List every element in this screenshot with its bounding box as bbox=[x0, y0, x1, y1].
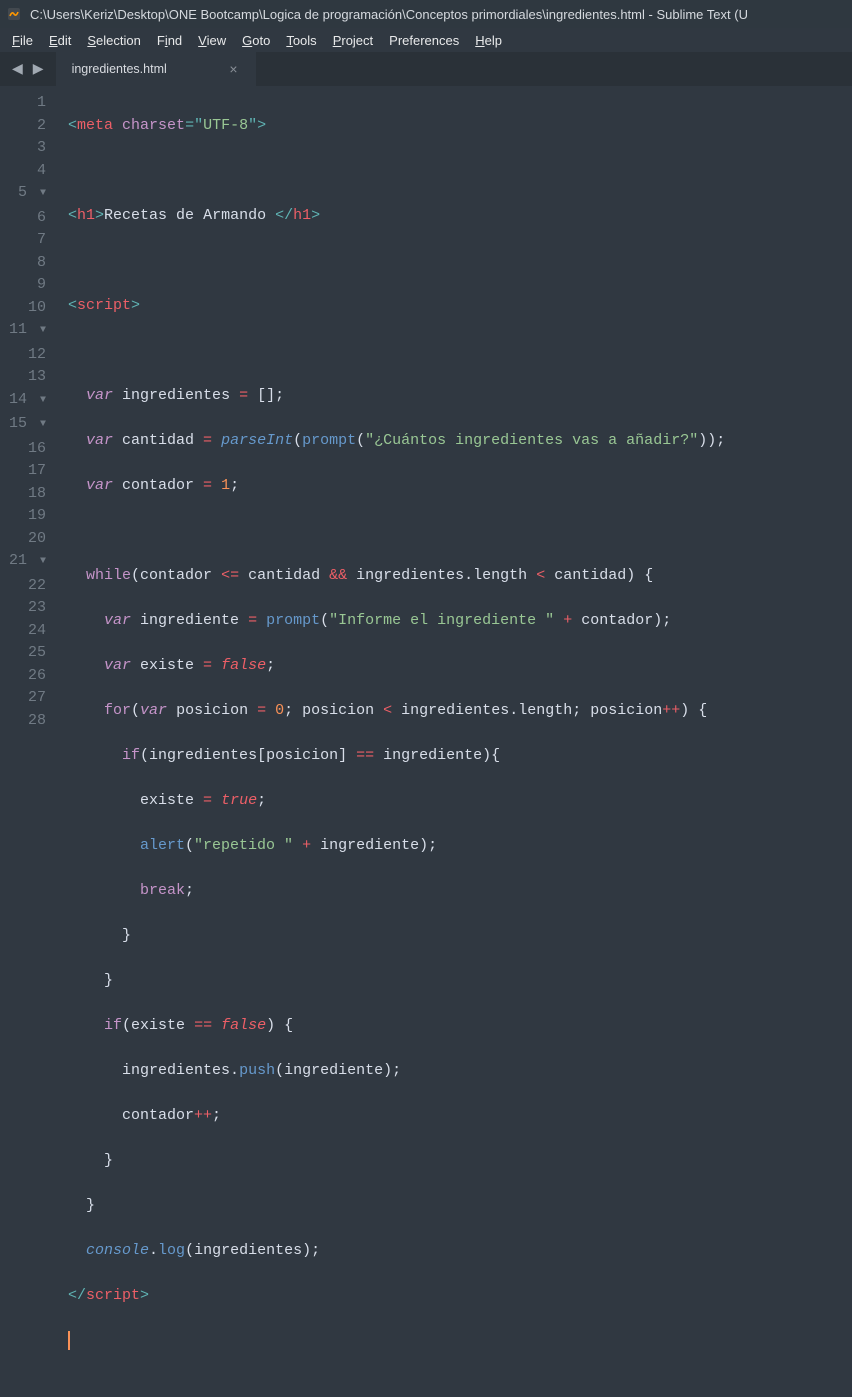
code-line: } bbox=[68, 970, 725, 993]
nav-arrows: ◀ ▶ bbox=[0, 59, 56, 80]
code-line: while(contador <= cantidad && ingredient… bbox=[68, 565, 725, 588]
code-line bbox=[68, 160, 725, 183]
line-number: 14 ▼ bbox=[0, 389, 56, 414]
line-number: 11 ▼ bbox=[0, 319, 56, 344]
code-line: <script> bbox=[68, 295, 725, 318]
menu-find[interactable]: Find bbox=[149, 31, 190, 50]
code-line: } bbox=[68, 1195, 725, 1218]
titlebar: C:\Users\Keriz\Desktop\ONE Bootcamp\Logi… bbox=[0, 0, 852, 28]
tab-label: ingredientes.html bbox=[72, 62, 167, 76]
line-number: 5 ▼ bbox=[0, 182, 56, 207]
code-line: break; bbox=[68, 880, 725, 903]
line-number: 17 bbox=[0, 460, 56, 483]
code-line bbox=[68, 340, 725, 363]
code-line: <h1>Recetas de Armando </h1> bbox=[68, 205, 725, 228]
menu-help[interactable]: Help bbox=[467, 31, 510, 50]
line-number: 20 bbox=[0, 528, 56, 551]
code-line: } bbox=[68, 1150, 725, 1173]
line-number: 19 bbox=[0, 505, 56, 528]
tab-bar: ◀ ▶ ingredientes.html × bbox=[0, 52, 852, 86]
line-number: 2 bbox=[0, 115, 56, 138]
line-number: 18 bbox=[0, 483, 56, 506]
line-number: 12 bbox=[0, 344, 56, 367]
code-line: var cantidad = parseInt(prompt("¿Cuántos… bbox=[68, 430, 725, 453]
line-number: 7 bbox=[0, 229, 56, 252]
line-number: 9 bbox=[0, 274, 56, 297]
tab-close-icon[interactable]: × bbox=[225, 61, 241, 77]
line-number: 26 bbox=[0, 665, 56, 688]
line-number: 1 bbox=[0, 92, 56, 115]
code-line: console.log(ingredientes); bbox=[68, 1240, 725, 1263]
code-line: if(ingredientes[posicion] == ingrediente… bbox=[68, 745, 725, 768]
code-line: ingredientes.push(ingrediente); bbox=[68, 1060, 725, 1083]
menu-selection[interactable]: Selection bbox=[79, 31, 148, 50]
fold-icon[interactable]: ▼ bbox=[36, 390, 46, 413]
line-number: 27 bbox=[0, 687, 56, 710]
code-line bbox=[68, 520, 725, 543]
fold-icon[interactable]: ▼ bbox=[36, 183, 46, 206]
line-number: 6 bbox=[0, 207, 56, 230]
editor[interactable]: 1 2 3 4 5 ▼ 6 7 8 9 10 11 ▼ 12 13 14 ▼ 1… bbox=[0, 86, 852, 762]
code-line: var ingredientes = []; bbox=[68, 385, 725, 408]
line-number: 3 bbox=[0, 137, 56, 160]
nav-forward-icon[interactable]: ▶ bbox=[29, 59, 48, 80]
line-number: 15 ▼ bbox=[0, 413, 56, 438]
code-line: var ingrediente = prompt("Informe el ing… bbox=[68, 610, 725, 633]
menu-tools[interactable]: Tools bbox=[278, 31, 324, 50]
app-icon bbox=[6, 6, 22, 22]
nav-back-icon[interactable]: ◀ bbox=[8, 59, 27, 80]
menu-preferences[interactable]: Preferences bbox=[381, 31, 467, 50]
menu-file[interactable]: File bbox=[4, 31, 41, 50]
code-line: </script> bbox=[68, 1285, 725, 1308]
code-line: } bbox=[68, 925, 725, 948]
line-number: 21 ▼ bbox=[0, 550, 56, 575]
line-number: 16 bbox=[0, 438, 56, 461]
window-title: C:\Users\Keriz\Desktop\ONE Bootcamp\Logi… bbox=[30, 7, 748, 22]
code-line: existe = true; bbox=[68, 790, 725, 813]
code-line: alert("repetido " + ingrediente); bbox=[68, 835, 725, 858]
line-number: 25 bbox=[0, 642, 56, 665]
menu-edit[interactable]: Edit bbox=[41, 31, 79, 50]
gutter: 1 2 3 4 5 ▼ 6 7 8 9 10 11 ▼ 12 13 14 ▼ 1… bbox=[0, 86, 56, 762]
code-line: if(existe == false) { bbox=[68, 1015, 725, 1038]
line-number: 10 bbox=[0, 297, 56, 320]
code-line: <meta charset="UTF-8"> bbox=[68, 115, 725, 138]
line-number: 13 bbox=[0, 366, 56, 389]
menu-goto[interactable]: Goto bbox=[234, 31, 278, 50]
line-number: 22 bbox=[0, 575, 56, 598]
line-number: 28 bbox=[0, 710, 56, 733]
fold-icon[interactable]: ▼ bbox=[36, 551, 46, 574]
fold-icon[interactable]: ▼ bbox=[36, 414, 46, 437]
line-number: 8 bbox=[0, 252, 56, 275]
code-line: for(var posicion = 0; posicion < ingredi… bbox=[68, 700, 725, 723]
menu-view[interactable]: View bbox=[190, 31, 234, 50]
menubar: File Edit Selection Find View Goto Tools… bbox=[0, 28, 852, 52]
line-number: 4 bbox=[0, 160, 56, 183]
code-line: var existe = false; bbox=[68, 655, 725, 678]
tab-ingredientes[interactable]: ingredientes.html × bbox=[56, 52, 256, 86]
code-area[interactable]: <meta charset="UTF-8"> <h1>Recetas de Ar… bbox=[56, 86, 725, 762]
menu-project[interactable]: Project bbox=[325, 31, 381, 50]
line-number: 24 bbox=[0, 620, 56, 643]
fold-icon[interactable]: ▼ bbox=[36, 320, 46, 343]
code-line bbox=[68, 250, 725, 273]
line-number: 23 bbox=[0, 597, 56, 620]
code-line-cursor bbox=[68, 1330, 725, 1353]
code-line: contador++; bbox=[68, 1105, 725, 1128]
code-line: var contador = 1; bbox=[68, 475, 725, 498]
